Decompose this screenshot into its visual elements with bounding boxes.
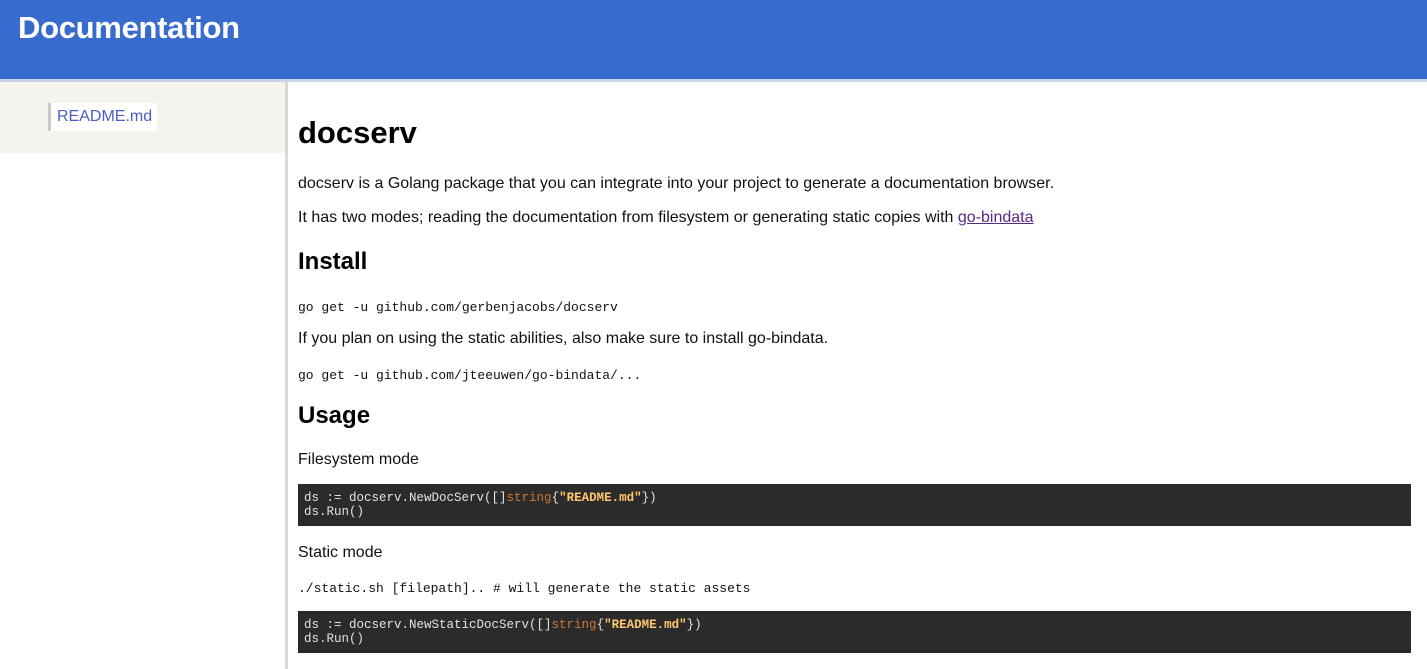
code-text: { bbox=[596, 618, 605, 632]
go-bindata-link[interactable]: go-bindata bbox=[958, 209, 1034, 226]
sidebar-item-readme[interactable]: README.md bbox=[48, 103, 158, 131]
sidebar-nav-panel: README.md bbox=[0, 82, 285, 153]
filesystem-code-block: ds := docserv.NewDocServ([]string{"READM… bbox=[298, 484, 1411, 526]
page-title: docserv bbox=[298, 115, 417, 150]
code-text: ds := docserv.NewDocServ([] bbox=[304, 491, 507, 505]
top-bar: Documentation bbox=[0, 0, 1427, 82]
modes-paragraph: It has two modes; reading the documentat… bbox=[298, 209, 1034, 227]
static-code-block: ds := docserv.NewStaticDocServ([]string{… bbox=[298, 611, 1411, 653]
intro-paragraph: docserv is a Golang package that you can… bbox=[298, 175, 1055, 192]
usage-heading: Usage bbox=[298, 402, 371, 429]
code-string: "README.md" bbox=[604, 618, 687, 632]
sidebar: README.md bbox=[0, 82, 288, 669]
app-title: Documentation bbox=[18, 10, 240, 45]
code-keyword: string bbox=[551, 618, 597, 632]
code-text: ds := docserv.NewStaticDocServ([] bbox=[304, 618, 552, 632]
code-text: }) bbox=[686, 618, 702, 632]
code-string: "README.md" bbox=[559, 491, 642, 505]
static-note-paragraph: If you plan on using the static abilitie… bbox=[298, 330, 829, 347]
install-command: go get -u github.com/gerbenjacobs/docser… bbox=[298, 300, 618, 315]
bindata-command: go get -u github.com/jteeuwen/go-bindata… bbox=[298, 368, 642, 383]
install-heading: Install bbox=[298, 248, 368, 275]
modes-text: It has two modes; reading the documentat… bbox=[298, 209, 958, 226]
code-text: { bbox=[551, 491, 560, 505]
code-text: }) bbox=[641, 491, 657, 505]
code-text: ds.Run() bbox=[304, 632, 365, 646]
static-command: ./static.sh [filepath].. # will generate… bbox=[298, 581, 751, 596]
static-mode-label: Static mode bbox=[298, 544, 383, 561]
code-text: ds.Run() bbox=[304, 505, 365, 519]
filesystem-mode-label: Filesystem mode bbox=[298, 451, 419, 468]
code-keyword: string bbox=[506, 491, 552, 505]
